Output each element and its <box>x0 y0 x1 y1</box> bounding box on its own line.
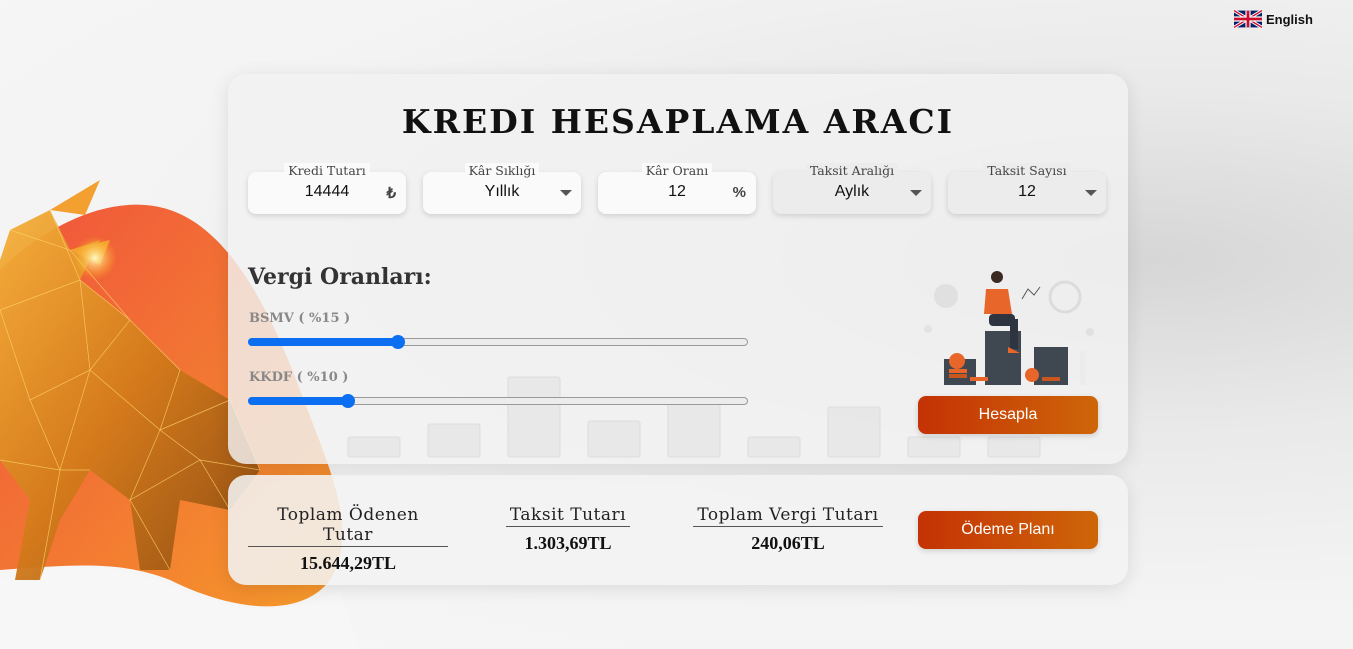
slider-thumb[interactable] <box>341 394 355 408</box>
slider-fill <box>248 397 348 405</box>
installment-count-label: Taksit Sayısı <box>983 163 1071 178</box>
kkdf-label: KKDF ( %10 ) <box>249 370 349 385</box>
installment-interval-value: Aylık <box>834 183 870 200</box>
installment-stat: Taksit Tutarı 1.303,69TL <box>468 505 668 554</box>
page-title: KREDI HESAPLAMA ARACI <box>401 102 955 141</box>
total-paid-stat: Toplam Ödenen Tutar 15.644,29TL <box>248 505 448 574</box>
slider-thumb[interactable] <box>391 335 405 349</box>
installment-interval-select[interactable]: Taksit Aralığı Aylık <box>773 163 931 214</box>
installment-label: Taksit Tutarı <box>505 505 631 527</box>
kkdf-slider[interactable] <box>248 393 748 409</box>
profit-frequency-value: Yıllık <box>484 183 520 200</box>
slider-fill <box>248 338 398 346</box>
installment-interval-label: Taksit Aralığı <box>805 163 899 178</box>
loan-amount-label: Kredi Tutarı <box>284 163 370 178</box>
profit-rate-field[interactable]: Kâr Oranı 12 % <box>598 163 756 214</box>
installment-value: 1.303,69TL <box>524 533 612 553</box>
profit-rate-label: Kâr Oranı <box>641 163 713 178</box>
loan-amount-value: 14444 <box>304 183 350 200</box>
total-tax-stat: Toplam Vergi Tutarı 240,06TL <box>688 505 888 554</box>
tax-rates-title: Vergi Oranları: <box>248 264 432 290</box>
total-paid-label: Toplam Ödenen Tutar <box>248 505 448 547</box>
total-tax-label: Toplam Vergi Tutarı <box>693 505 883 527</box>
calculator-card: KREDI HESAPLAMA ARACI Kredi Tutarı 14444… <box>228 74 1128 464</box>
lira-icon: ₺ <box>386 185 396 202</box>
total-tax-value: 240,06TL <box>751 533 825 553</box>
installment-count-value: 12 <box>1018 183 1036 200</box>
chevron-down-icon <box>1085 190 1097 196</box>
profit-frequency-label: Kâr Sıklığı <box>464 163 540 178</box>
bsmv-label: BSMV ( %15 ) <box>249 311 351 326</box>
results-card: Toplam Ödenen Tutar 15.644,29TL Taksit T… <box>228 475 1128 585</box>
finance-person-illustration <box>924 271 1094 385</box>
percent-icon: % <box>732 184 746 201</box>
chevron-down-icon <box>560 190 572 196</box>
bsmv-slider[interactable] <box>248 334 748 350</box>
profit-frequency-select[interactable]: Kâr Sıklığı Yıllık <box>423 163 581 214</box>
installment-count-select[interactable]: Taksit Sayısı 12 <box>948 163 1106 214</box>
language-switcher[interactable]: English <box>1234 10 1313 28</box>
chevron-down-icon <box>910 190 922 196</box>
loan-amount-field[interactable]: Kredi Tutarı 14444 ₺ <box>248 163 406 214</box>
uk-flag-icon <box>1234 10 1262 28</box>
payment-plan-button[interactable]: Ödeme Planı <box>918 511 1098 549</box>
language-label: English <box>1266 11 1313 27</box>
total-paid-value: 15.644,29TL <box>299 553 396 573</box>
calculate-button[interactable]: Hesapla <box>918 396 1098 434</box>
